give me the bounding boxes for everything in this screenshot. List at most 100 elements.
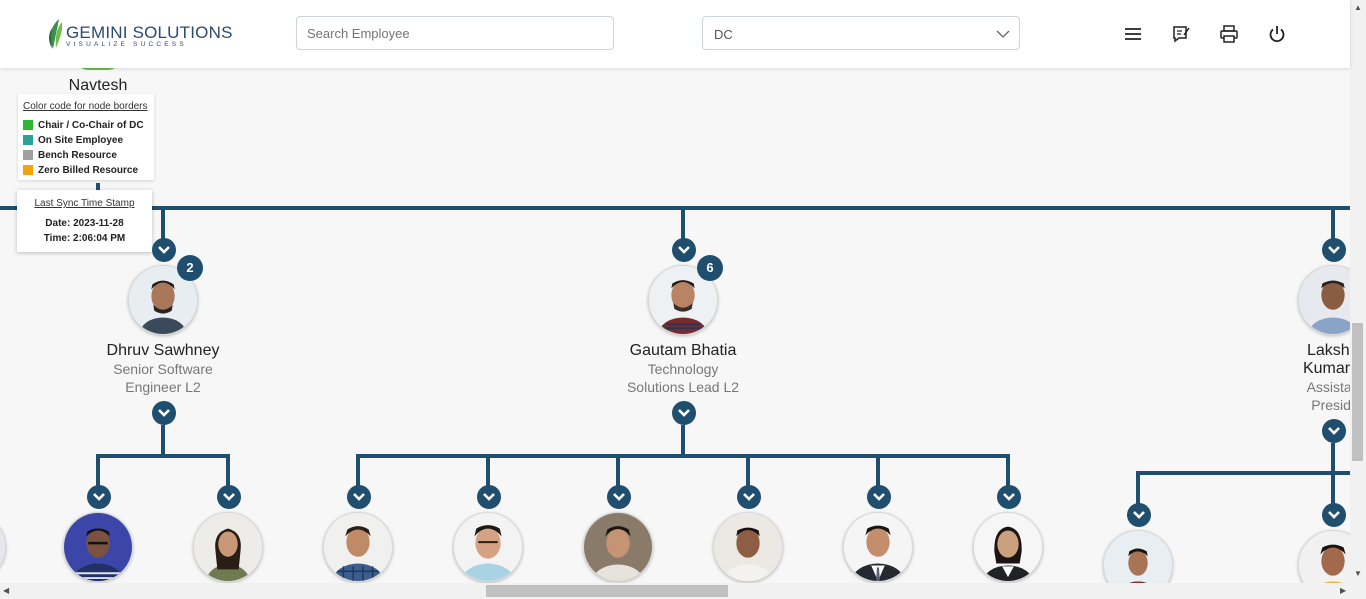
person-photo (1299, 266, 1350, 334)
employee-title-line2: Engineer L2 (125, 379, 201, 395)
legend-label: Zero Billed Resource (38, 165, 139, 176)
color-swatch (23, 150, 33, 160)
employee-avatar[interactable] (583, 512, 653, 582)
scroll-down-arrow[interactable]: ▼ (1354, 570, 1362, 578)
sync-title: Last Sync Time Stamp (34, 198, 135, 209)
logout-button[interactable] (1267, 24, 1287, 44)
root-name: Navtesh (68, 77, 128, 94)
scroll-right-arrow[interactable]: ▶ (1340, 587, 1346, 595)
feedback-icon (1173, 26, 1190, 43)
print-button[interactable] (1219, 24, 1239, 44)
person-photo (454, 513, 522, 581)
chevron-down-icon (1133, 511, 1145, 519)
person-photo (584, 513, 652, 581)
expand-toggle[interactable] (347, 485, 371, 509)
vertical-scroll-thumb[interactable] (1352, 323, 1363, 461)
legend-label: Bench Resource (38, 150, 117, 161)
logo-tagline: VISUALIZE SUCCESS (66, 41, 187, 48)
employee-name-line1: Lakshm (1306, 342, 1350, 359)
chevron-down-icon (996, 30, 1010, 38)
employee-avatar[interactable] (63, 512, 133, 582)
legend-label: Chair / Co-Chair of DC (38, 120, 144, 131)
dc-dropdown[interactable]: DC (702, 16, 1020, 50)
sync-time: Time: 2:06:04 PM (43, 233, 126, 244)
person-photo (64, 513, 132, 581)
color-legend: Color code for node borders Chair / Co-C… (18, 94, 154, 180)
employee-name: Gautam Bhatia (629, 342, 737, 359)
employee-title-line2: Preside (1311, 397, 1350, 413)
chevron-down-icon (1003, 493, 1015, 501)
scroll-left-arrow[interactable]: ◀ (3, 587, 9, 595)
reports-count-badge: 6 (697, 255, 723, 281)
color-swatch (23, 120, 33, 130)
expand-toggle[interactable] (607, 485, 631, 509)
search-employee-input[interactable] (296, 16, 614, 50)
employee-avatar[interactable] (193, 512, 263, 582)
expand-toggle[interactable] (737, 485, 761, 509)
sync-date: Date: 2023-11-28 (45, 218, 124, 229)
employee-name-line2: Kumar G (1302, 360, 1350, 377)
scroll-up-arrow[interactable]: ▲ (1354, 4, 1362, 12)
org-chart-canvas[interactable]: Navtesh Color code for node borders Chai… (0, 68, 1350, 583)
legend-item-zero-billed: Zero Billed Resource (23, 165, 138, 177)
legend-item-onsite: On Site Employee (23, 135, 123, 147)
feedback-button[interactable] (1171, 24, 1191, 44)
expand-toggle[interactable] (1322, 238, 1346, 262)
expand-toggle[interactable] (217, 485, 241, 509)
expand-toggle[interactable] (477, 485, 501, 509)
employee-avatar[interactable] (453, 512, 523, 582)
app-header: GEMINI SOLUTIONS VISUALIZE SUCCESS DC (0, 0, 1350, 68)
logo-name: GEMINI SOLUTIONS (66, 23, 233, 42)
vertical-scrollbar[interactable] (1350, 0, 1366, 583)
chevron-down-icon (1328, 246, 1340, 254)
employee-title-line1: Technology (647, 361, 719, 377)
chevron-down-icon (743, 493, 755, 501)
chevron-down-icon (613, 493, 625, 501)
expand-toggle[interactable] (997, 485, 1021, 509)
employee-avatar[interactable] (843, 512, 913, 582)
color-swatch (23, 165, 33, 175)
person-photo (714, 513, 782, 581)
leaf-logo-icon (49, 19, 63, 49)
employee-avatar[interactable] (713, 512, 783, 582)
power-icon (1269, 26, 1285, 43)
person-photo (974, 513, 1042, 581)
chevron-down-icon (678, 409, 690, 417)
expand-toggle[interactable] (87, 485, 111, 509)
gemini-logo[interactable]: GEMINI SOLUTIONS VISUALIZE SUCCESS (47, 17, 232, 51)
employee-avatar[interactable] (323, 512, 393, 582)
expand-toggle[interactable] (1127, 503, 1151, 527)
employee-name: Dhruv Sawhney (106, 342, 220, 359)
sync-timestamp-card: Last Sync Time Stamp Date: 2023-11-28 Ti… (17, 190, 152, 252)
person-photo (324, 513, 392, 581)
chevron-down-icon (1328, 511, 1340, 519)
color-swatch (23, 135, 33, 145)
chevron-down-icon (873, 493, 885, 501)
chevron-down-icon (483, 493, 495, 501)
employee-title-line1: Assistant (1306, 379, 1350, 395)
legend-item-bench: Bench Resource (23, 150, 117, 162)
expand-toggle[interactable] (672, 238, 696, 262)
chevron-down-icon (93, 493, 105, 501)
legend-item-chair: Chair / Co-Chair of DC (23, 120, 144, 132)
horizontal-scroll-thumb[interactable] (486, 585, 728, 597)
person-photo (844, 513, 912, 581)
chevron-down-icon (353, 493, 365, 501)
chevron-down-icon (223, 493, 235, 501)
chevron-down-icon (158, 246, 170, 254)
collapse-toggle[interactable] (1322, 419, 1346, 443)
reports-count-badge: 2 (177, 255, 203, 281)
dc-selected-value: DC (714, 27, 733, 42)
person-photo (1104, 531, 1172, 583)
menu-button[interactable] (1123, 24, 1143, 44)
expand-toggle[interactable] (1322, 503, 1346, 527)
expand-toggle[interactable] (152, 238, 176, 262)
expand-toggle[interactable] (867, 485, 891, 509)
collapse-toggle[interactable] (152, 401, 176, 425)
print-icon (1220, 25, 1238, 43)
employee-avatar[interactable] (973, 512, 1043, 582)
chevron-down-icon (678, 246, 690, 254)
collapse-toggle[interactable] (672, 401, 696, 425)
menu-icon (1125, 28, 1141, 40)
chevron-down-icon (158, 409, 170, 417)
